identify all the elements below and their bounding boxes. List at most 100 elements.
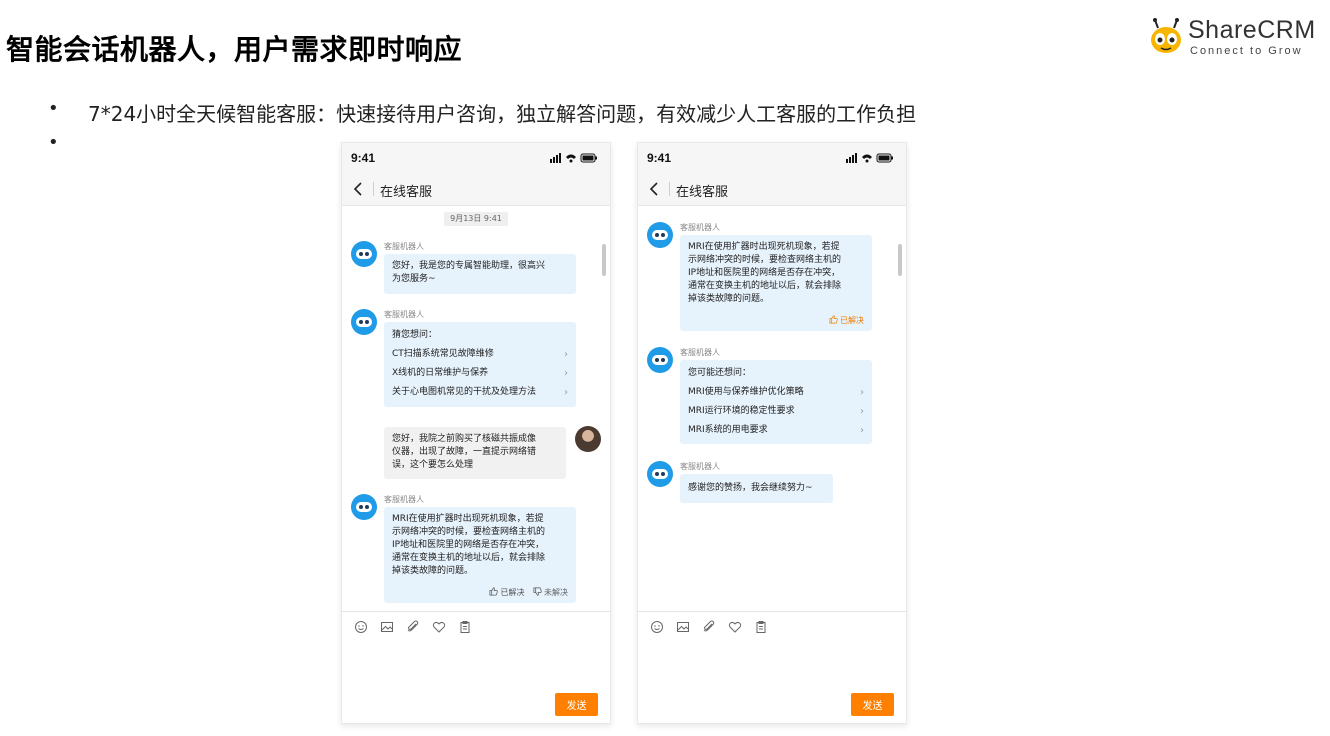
- signal-wifi-battery-icon: [550, 153, 597, 163]
- status-bar: 9:41: [638, 143, 906, 173]
- attachment-icon[interactable]: [406, 620, 420, 634]
- nav-divider: [669, 182, 670, 196]
- chat-message-list[interactable]: 客服机器人 MRI在使用扩器时出现死机现象，若提 示网络冲突的时候，要检查网络主…: [638, 206, 906, 611]
- suggestion-item[interactable]: MRI运行环境的稳定性要求 ›: [688, 402, 864, 421]
- message-line: 您好，我是您的专属智能助理，很高兴: [392, 261, 546, 271]
- solved-label: 已解决: [500, 588, 525, 597]
- unsolved-button[interactable]: 未解决: [533, 586, 568, 599]
- chat-input-area[interactable]: 发送: [342, 611, 610, 723]
- chat-input-area[interactable]: 发送: [638, 611, 906, 723]
- suggestion-label: MRI使用与保养维护优化策略: [688, 387, 804, 397]
- status-time: 9:41: [647, 151, 672, 165]
- suggestion-item[interactable]: MRI系统的用电要求 ›: [688, 421, 864, 440]
- message-line: 感谢您的赞扬，我会继续努力~: [688, 483, 813, 493]
- logo-name: ShareCRM: [1188, 16, 1316, 44]
- suggestion-item[interactable]: MRI使用与保养维护优化策略 ›: [688, 383, 864, 402]
- send-button[interactable]: 发送: [555, 693, 598, 716]
- chat-scrollbar[interactable]: [602, 244, 606, 276]
- nav-title: 在线客服: [676, 185, 729, 200]
- thumb-up-icon: [489, 587, 499, 596]
- message-line: 示网络冲突的时候，要检查网络主机的: [688, 255, 842, 265]
- bot-suggestion-bubble: 您可能还想问： MRI使用与保养维护优化策略 › MRI运行环境的稳定性要求 › M…: [680, 360, 872, 444]
- suggestion-item[interactable]: 关于心电图机常见的干扰及处理方法 ›: [392, 383, 568, 402]
- phone-mockup-left: 9:41 在线客服 9月13日 9:41 客服机器人 您好，我是您的专属智能助理…: [341, 142, 611, 724]
- message-line: 掉该类故障的问题。: [392, 566, 474, 576]
- bot-avatar: [351, 241, 377, 267]
- solved-button[interactable]: 已解决: [829, 314, 864, 327]
- message-sender: 客服机器人: [384, 495, 424, 504]
- chevron-right-icon: ›: [564, 368, 568, 379]
- message-line: 仪器，出现了故障，一直提示网络错: [392, 447, 537, 457]
- suggestion-item[interactable]: CT扫描系统常见故障维修 ›: [392, 345, 568, 364]
- robot-face-icon: [652, 230, 668, 240]
- message-sender: 客服机器人: [384, 242, 424, 251]
- suggestion-intro: 猜您想问：: [392, 330, 438, 340]
- bot-avatar: [647, 347, 673, 373]
- status-bar: 9:41: [342, 143, 610, 173]
- bullet-marker: •: [48, 98, 59, 119]
- heart-icon[interactable]: [728, 620, 742, 634]
- message-line: IP地址和医院里的网络是否存在冲突，: [392, 540, 545, 550]
- bot-message-bubble: MRI在使用扩器时出现死机现象，若提 示网络冲突的时候，要检查网络主机的 IP地…: [680, 235, 872, 331]
- bullet-marker: •: [48, 132, 59, 153]
- back-arrow-icon[interactable]: [352, 181, 366, 197]
- robot-face-icon: [652, 355, 668, 365]
- suggestion-item[interactable]: X线机的日常维护与保养 ›: [392, 364, 568, 383]
- chat-scrollbar[interactable]: [898, 244, 902, 276]
- bot-avatar: [647, 461, 673, 487]
- suggestion-intro: 您可能还想问：: [688, 368, 752, 378]
- message-line: 误，这个要怎么处理: [392, 460, 474, 470]
- suggestion-label: MRI系统的用电要求: [688, 425, 768, 435]
- chat-nav-bar: 在线客服: [342, 173, 610, 206]
- bot-message-bubble: 您好，我是您的专属智能助理，很高兴 为您服务~: [384, 254, 576, 294]
- logo-tagline: Connect to Grow: [1190, 45, 1303, 57]
- message-line: 为您服务~: [392, 274, 436, 284]
- heart-icon[interactable]: [432, 620, 446, 634]
- emoji-icon[interactable]: [650, 620, 664, 634]
- unsolved-label: 未解决: [544, 588, 568, 597]
- sharecrm-logo: ShareCRM Connect to Grow: [1146, 12, 1316, 58]
- message-line: 您好，我院之前购买了核磁共振成像: [392, 434, 537, 444]
- chevron-right-icon: ›: [564, 387, 568, 398]
- suggestion-label: CT扫描系统常见故障维修: [392, 349, 494, 359]
- message-line: 通常在变换主机的地址以后，就会排除: [392, 553, 546, 563]
- bot-message-bubble: MRI在使用扩器时出现死机现象，若提 示网络冲突的时候，要检查网络主机的 IP地…: [384, 507, 576, 603]
- suggestion-label: MRI运行环境的稳定性要求: [688, 406, 795, 416]
- bullet-text: 7*24小时全天候智能客服：快速接待用户咨询，独立解答问题，有效减少人工客服的工…: [88, 102, 917, 126]
- signal-wifi-battery-icon: [846, 153, 893, 163]
- chat-nav-bar: 在线客服: [638, 173, 906, 206]
- emoji-icon[interactable]: [354, 620, 368, 634]
- image-icon[interactable]: [676, 620, 690, 634]
- nav-divider: [373, 182, 374, 196]
- solved-button[interactable]: 已解决: [489, 586, 524, 599]
- message-sender: 客服机器人: [680, 462, 720, 471]
- send-button[interactable]: 发送: [851, 693, 894, 716]
- message-line: IP地址和医院里的网络是否存在冲突，: [688, 268, 841, 278]
- image-icon[interactable]: [380, 620, 394, 634]
- message-line: 示网络冲突的时候，要检查网络主机的: [392, 527, 546, 537]
- suggestion-label: X线机的日常维护与保养: [392, 368, 489, 378]
- solved-label: 已解决: [840, 316, 864, 325]
- slide-title: 智能会话机器人，用户需求即时响应: [6, 33, 463, 66]
- clipboard-icon[interactable]: [754, 620, 768, 634]
- nav-title: 在线客服: [380, 185, 433, 200]
- user-message-bubble: 您好，我院之前购买了核磁共振成像 仪器，出现了故障，一直提示网络错 误，这个要怎…: [384, 427, 566, 479]
- feedback-actions: 已解决: [823, 314, 864, 327]
- robot-face-icon: [356, 502, 372, 512]
- message-sender: 客服机器人: [680, 348, 720, 357]
- chat-message-list[interactable]: 9月13日 9:41 客服机器人 您好，我是您的专属智能助理，很高兴 为您服务~…: [342, 206, 610, 611]
- robot-face-icon: [652, 469, 668, 479]
- attachment-icon[interactable]: [702, 620, 716, 634]
- phone-mockup-right: 9:41 在线客服 客服机器人 MRI在使用扩器时出现死机现象，若提 示网络冲突…: [637, 142, 907, 724]
- bot-avatar: [647, 222, 673, 248]
- message-sender: 客服机器人: [680, 223, 720, 232]
- message-line: 通常在变换主机的地址以后，就会排除: [688, 281, 842, 291]
- chevron-right-icon: ›: [860, 406, 864, 417]
- bot-avatar: [351, 494, 377, 520]
- bot-avatar: [351, 309, 377, 335]
- clipboard-icon[interactable]: [458, 620, 472, 634]
- back-arrow-icon[interactable]: [648, 181, 662, 197]
- robot-face-icon: [356, 249, 372, 259]
- suggestion-label: 关于心电图机常见的干扰及处理方法: [392, 387, 537, 397]
- message-line: MRI在使用扩器时出现死机现象，若提: [392, 514, 544, 524]
